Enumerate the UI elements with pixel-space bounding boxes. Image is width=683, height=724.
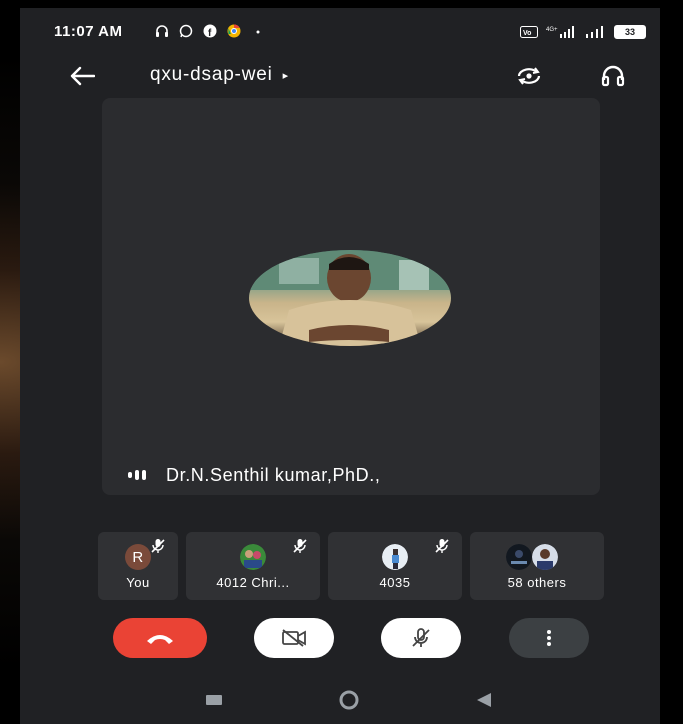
signal-icon bbox=[586, 26, 603, 38]
arrow-back-icon bbox=[70, 66, 95, 86]
home-icon bbox=[339, 690, 359, 710]
mic-off-icon bbox=[412, 628, 430, 647]
videocam-off-icon bbox=[282, 629, 306, 647]
back-button[interactable] bbox=[64, 58, 100, 94]
participant-tile-others[interactable]: 58 others bbox=[470, 532, 604, 600]
battery-icon: 33 bbox=[614, 25, 646, 39]
mic-toggle-button[interactable] bbox=[381, 618, 461, 658]
volte-icon: Vo bbox=[520, 26, 538, 38]
mic-off-icon bbox=[293, 539, 307, 553]
dot-icon bbox=[256, 30, 260, 34]
system-icons: Vo 4G+ 33 bbox=[520, 25, 646, 39]
participant-strip: R You 4012 Chri... 4035 58 others bbox=[98, 532, 618, 600]
participant-tile-you[interactable]: R You bbox=[98, 532, 178, 600]
participant-tile-4035[interactable]: 4035 bbox=[328, 532, 462, 600]
speaker-label: Dr.N.Senthil kumar,PhD., bbox=[128, 455, 588, 495]
headphones-icon bbox=[156, 25, 168, 37]
headphones-icon bbox=[601, 65, 625, 87]
switch-camera-icon bbox=[517, 67, 541, 85]
caret-right-icon: ▸ bbox=[282, 69, 289, 82]
participant-name: 4012 Chri... bbox=[216, 575, 290, 590]
triangle-back-icon bbox=[477, 693, 491, 707]
camera-toggle-button[interactable] bbox=[254, 618, 334, 658]
more-vert-icon bbox=[547, 630, 551, 646]
recents-button[interactable] bbox=[204, 690, 224, 710]
signal-4g-icon: 4G+ bbox=[546, 26, 574, 38]
participant-avatar bbox=[532, 544, 558, 570]
more-options-button[interactable] bbox=[509, 618, 589, 658]
meeting-title-button[interactable]: qxu-dsap-wei ▸ bbox=[150, 64, 289, 86]
system-nav-bar bbox=[20, 680, 660, 724]
mic-off-icon bbox=[151, 539, 165, 553]
participant-avatar bbox=[240, 544, 266, 570]
meeting-header: qxu-dsap-wei ▸ bbox=[20, 52, 660, 100]
status-bar: 11:07 AM f Vo 4G+ 33 bbox=[20, 8, 660, 56]
phone-screen: 11:07 AM f Vo 4G+ 33 qxu-dsap-wei ▸ Dr.N… bbox=[20, 8, 660, 724]
participant-name: 4035 bbox=[379, 575, 411, 590]
end-call-button[interactable] bbox=[113, 618, 207, 658]
status-time: 11:07 AM bbox=[54, 23, 123, 40]
switch-camera-button[interactable] bbox=[511, 58, 547, 94]
speaker-avatar bbox=[249, 250, 451, 346]
participant-avatar bbox=[506, 544, 532, 570]
facebook-icon: f bbox=[203, 24, 217, 38]
svg-text:Vo: Vo bbox=[523, 30, 531, 37]
svg-text:4G+: 4G+ bbox=[546, 27, 558, 33]
speaker-name: Dr.N.Senthil kumar,PhD., bbox=[166, 464, 381, 485]
notification-icons: f bbox=[155, 24, 265, 38]
audio-output-button[interactable] bbox=[595, 58, 631, 94]
participant-avatar bbox=[382, 544, 408, 570]
participant-tile-4012[interactable]: 4012 Chri... bbox=[186, 532, 320, 600]
participant-name: 58 others bbox=[507, 575, 567, 590]
participant-name: You bbox=[126, 575, 150, 590]
home-button[interactable] bbox=[334, 690, 364, 710]
participant-initial: R bbox=[125, 544, 151, 570]
chrome-icon bbox=[227, 24, 241, 38]
battery-level: 33 bbox=[624, 27, 635, 37]
mic-off-icon bbox=[435, 539, 449, 553]
meeting-code: qxu-dsap-wei bbox=[150, 64, 273, 85]
speaker-tile[interactable]: Dr.N.Senthil kumar,PhD., bbox=[102, 98, 600, 495]
back-nav-button[interactable] bbox=[474, 690, 494, 710]
call-end-icon bbox=[147, 635, 173, 644]
recents-icon bbox=[206, 695, 222, 705]
whatsapp-icon bbox=[179, 24, 193, 38]
call-controls bbox=[20, 612, 660, 664]
audio-level-icon bbox=[128, 470, 146, 480]
speaker-photo bbox=[249, 250, 451, 346]
